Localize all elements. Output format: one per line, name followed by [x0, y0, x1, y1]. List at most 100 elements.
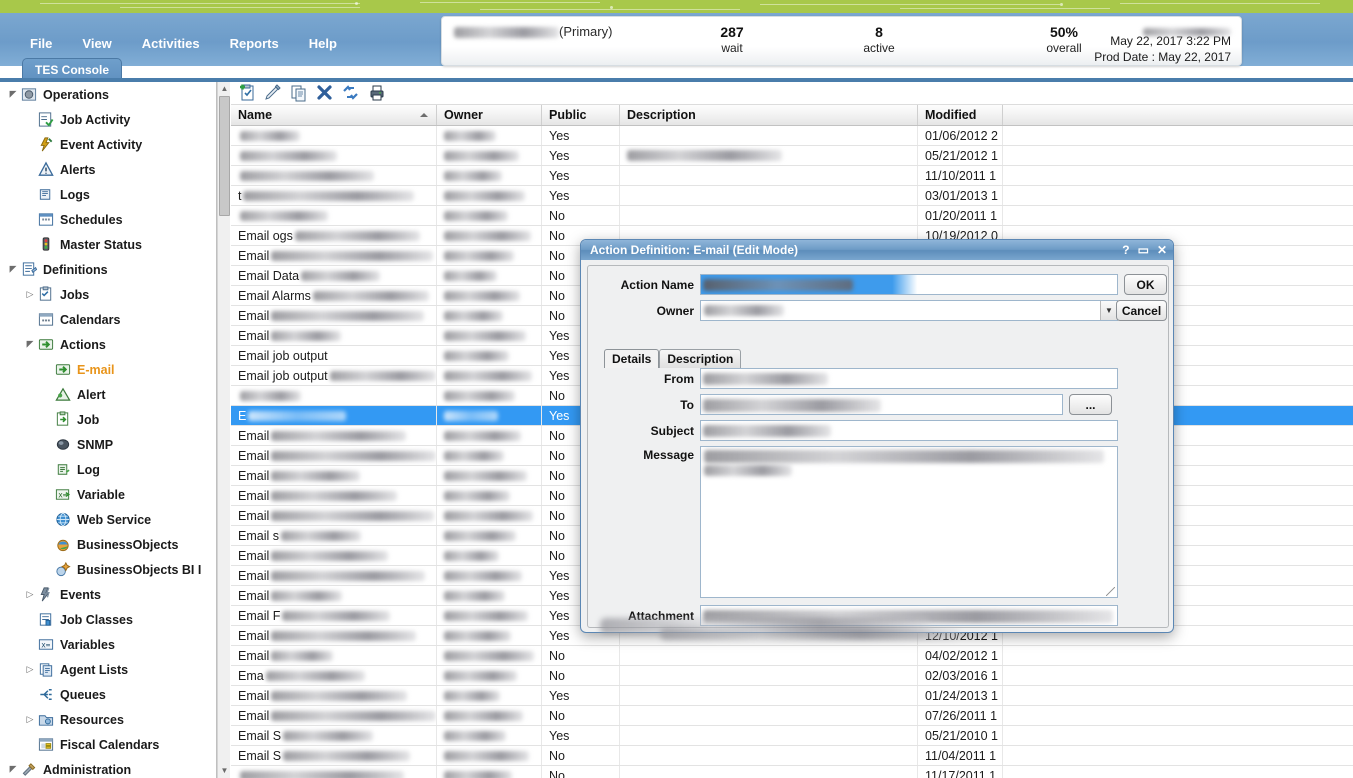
menu-item-reports[interactable]: Reports: [226, 35, 283, 52]
table-row[interactable]: Email No 04/02/2012 1: [231, 646, 1353, 666]
from-input[interactable]: [700, 368, 1118, 389]
sidebar-scrollbar[interactable]: ▲ ▼: [217, 82, 230, 778]
table-row[interactable]: Yes 11/10/2011 1: [231, 166, 1353, 186]
sidebar-item-snmp[interactable]: SNMP: [0, 432, 216, 457]
navigation-tree[interactable]: ◢ Operations Job Activity Event Activity Ale…: [0, 82, 216, 778]
expander-collapsed-icon[interactable]: ▷: [23, 664, 37, 675]
menu-item-help[interactable]: Help: [305, 35, 341, 52]
table-row[interactable]: Yes 01/06/2012 2: [231, 126, 1353, 146]
alert-action-icon: [54, 386, 72, 403]
expander-expanded-icon[interactable]: ◢: [6, 89, 20, 100]
expander-collapsed-icon[interactable]: ▷: [23, 289, 37, 300]
expander-expanded-icon[interactable]: ◢: [23, 339, 37, 350]
column-header-modified[interactable]: Modified: [918, 105, 1003, 125]
table-row[interactable]: t Yes 03/01/2013 1: [231, 186, 1353, 206]
sidebar-item-e-mail[interactable]: E-mail: [0, 357, 216, 382]
cell-name-text: Email: [238, 708, 270, 723]
delete-icon[interactable]: [314, 83, 336, 103]
sidebar-item-administration[interactable]: ◢ Administration: [0, 757, 216, 778]
sidebar-item-master-status[interactable]: Master Status: [0, 232, 216, 257]
sidebar-item-jobs[interactable]: ▷ Jobs: [0, 282, 216, 307]
menu-item-activities[interactable]: Activities: [138, 35, 204, 52]
sidebar-item-resources[interactable]: ▷ Resources: [0, 707, 216, 732]
redaction-smudge: [280, 530, 361, 541]
sidebar-item-actions[interactable]: ◢ Actions: [0, 332, 216, 357]
table-row[interactable]: Email S No 11/04/2011 1: [231, 746, 1353, 766]
resize-grip-icon[interactable]: [1106, 587, 1115, 596]
sidebar-item-alert[interactable]: Alert: [0, 382, 216, 407]
sidebar-item-businessobjects[interactable]: BusinessObjects: [0, 532, 216, 557]
table-row[interactable]: Email Yes 01/24/2013 1: [231, 686, 1353, 706]
menu-item-file[interactable]: File: [26, 35, 56, 52]
sidebar-item-log[interactable]: Log: [0, 457, 216, 482]
cell-owner: [437, 646, 542, 665]
column-header-description-label: Description: [627, 108, 696, 122]
message-textarea[interactable]: [700, 446, 1118, 598]
subject-input[interactable]: [700, 420, 1118, 441]
sidebar-item-events[interactable]: ▷ Events: [0, 582, 216, 607]
ok-button[interactable]: OK: [1124, 274, 1167, 295]
cell-owner: [437, 706, 542, 725]
table-row[interactable]: Yes 05/21/2012 1: [231, 146, 1353, 166]
table-row[interactable]: No 11/17/2011 1: [231, 766, 1353, 778]
scroll-down-arrow[interactable]: ▼: [218, 764, 231, 778]
cancel-button[interactable]: Cancel: [1116, 300, 1167, 321]
tab-description[interactable]: Description: [659, 349, 742, 368]
table-row[interactable]: Email No 07/26/2011 1: [231, 706, 1353, 726]
sidebar-item-variable[interactable]: x= Variable: [0, 482, 216, 507]
copy-icon[interactable]: [288, 83, 310, 103]
scroll-up-arrow[interactable]: ▲: [218, 82, 231, 96]
sidebar-scroll-thumb[interactable]: [219, 96, 230, 216]
sidebar-item-job-activity[interactable]: Job Activity: [0, 107, 216, 132]
sidebar-item-schedules[interactable]: Schedules: [0, 207, 216, 232]
attachment-input[interactable]: [700, 605, 1118, 626]
expander-collapsed-icon[interactable]: ▷: [23, 714, 37, 725]
edit-icon[interactable]: [262, 83, 284, 103]
sidebar-item-event-activity[interactable]: Event Activity: [0, 132, 216, 157]
add-icon[interactable]: [236, 83, 258, 103]
dialog-title-bar[interactable]: Action Definition: E-mail (Edit Mode) ? …: [581, 240, 1173, 260]
refresh-icon[interactable]: [340, 83, 362, 103]
action-name-input[interactable]: [700, 274, 1118, 295]
column-header-public[interactable]: Public: [542, 105, 620, 125]
sidebar-item-queues[interactable]: Queues: [0, 682, 216, 707]
to-browse-button[interactable]: ...: [1069, 394, 1112, 415]
sidebar-item-businessobjects-bi-i[interactable]: BusinessObjects BI I: [0, 557, 216, 582]
redaction-smudge: [283, 730, 374, 741]
tab-details[interactable]: Details: [604, 349, 660, 368]
sidebar-item-fiscal-calendars[interactable]: Fiscal Calendars: [0, 732, 216, 757]
help-icon[interactable]: ?: [1122, 243, 1129, 257]
expander-expanded-icon[interactable]: ◢: [6, 264, 20, 275]
action-definition-dialog[interactable]: Action Definition: E-mail (Edit Mode) ? …: [580, 239, 1174, 633]
menu-item-view[interactable]: View: [78, 35, 115, 52]
table-row[interactable]: No 01/20/2011 1: [231, 206, 1353, 226]
expander-collapsed-icon[interactable]: ▷: [23, 589, 37, 600]
maximize-icon[interactable]: ▭: [1138, 243, 1149, 257]
table-row[interactable]: Ema No 02/03/2016 1: [231, 666, 1353, 686]
redaction-smudge: [444, 750, 529, 761]
sidebar-item-agent-lists[interactable]: ▷ Agent Lists: [0, 657, 216, 682]
sidebar-item-operations[interactable]: ◢ Operations: [0, 82, 216, 107]
sidebar-item-variables[interactable]: x= Variables: [0, 632, 216, 657]
table-row[interactable]: Email S Yes 05/21/2010 1: [231, 726, 1353, 746]
column-header-description[interactable]: Description: [620, 105, 918, 125]
cell-name: Email: [231, 706, 437, 725]
owner-select[interactable]: ▼: [700, 300, 1118, 321]
sidebar-item-label: Operations: [43, 87, 109, 102]
column-header-name[interactable]: Name: [231, 105, 437, 125]
sidebar-item-logs[interactable]: Logs: [0, 182, 216, 207]
sidebar-item-web-service[interactable]: Web Service: [0, 507, 216, 532]
print-icon[interactable]: [366, 83, 388, 103]
to-input[interactable]: [700, 394, 1063, 415]
sidebar-item-job-classes[interactable]: Job Classes: [0, 607, 216, 632]
column-header-owner[interactable]: Owner: [437, 105, 542, 125]
chevron-down-icon[interactable]: ▼: [1100, 301, 1117, 320]
sidebar-item-definitions[interactable]: ◢ Definitions: [0, 257, 216, 282]
redaction-smudge: [444, 510, 533, 521]
redaction-smudge: [301, 270, 381, 281]
expander-expanded-icon[interactable]: ◢: [6, 764, 20, 775]
sidebar-item-alerts[interactable]: Alerts: [0, 157, 216, 182]
sidebar-item-job[interactable]: Job: [0, 407, 216, 432]
sidebar-item-calendars[interactable]: Calendars: [0, 307, 216, 332]
close-icon[interactable]: ✕: [1157, 243, 1167, 257]
